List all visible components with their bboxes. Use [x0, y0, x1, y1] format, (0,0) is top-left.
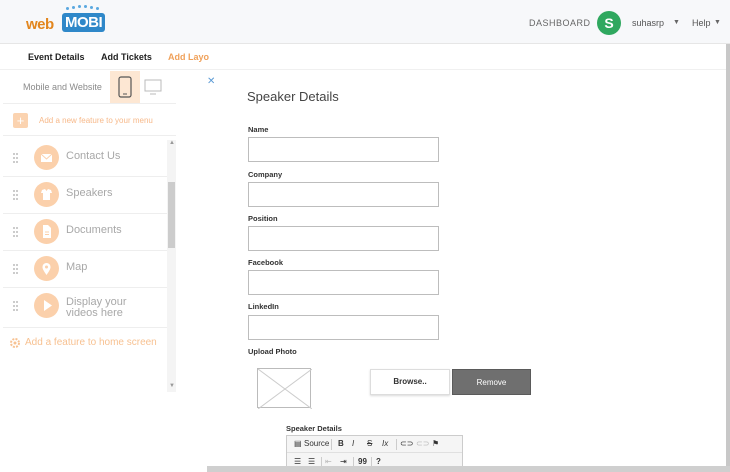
avatar[interactable]: S: [597, 11, 621, 35]
feature-sidebar: Mobile and Website + Add a new feature t…: [3, 70, 176, 472]
platform-selector: Mobile and Website: [3, 70, 176, 104]
scroll-up-icon[interactable]: ▲: [169, 140, 175, 146]
bold-button[interactable]: B: [338, 439, 344, 449]
add-home-feature-label: Add a feature to home screen: [25, 337, 157, 348]
plus-icon: +: [13, 113, 28, 128]
linkedin-field[interactable]: [248, 315, 439, 340]
horizontal-scrollbar[interactable]: [207, 466, 730, 472]
clear-format-button[interactable]: Ix: [382, 439, 388, 449]
webmobi-logo[interactable]: web MOBI: [26, 5, 106, 36]
name-label: Name: [248, 125, 269, 134]
top-header: web MOBI DASHBOARD S suhasrp ▼ Help ▼: [0, 0, 730, 44]
speaker-details-label: Speaker Details: [286, 424, 342, 433]
page-scrollbar[interactable]: [726, 44, 730, 472]
position-field[interactable]: [248, 226, 439, 251]
dashboard-link[interactable]: DASHBOARD: [529, 18, 591, 28]
photo-placeholder-icon: [257, 368, 313, 410]
feature-label: Contact Us: [66, 150, 121, 162]
source-icon[interactable]: ▤: [294, 439, 302, 449]
desktop-view-button[interactable]: [143, 76, 163, 98]
tab-add-tickets[interactable]: Add Tickets: [101, 52, 152, 62]
scrollbar-thumb[interactable]: [168, 182, 175, 248]
list-item[interactable]: Speakers: [3, 177, 167, 214]
list-item[interactable]: Documents: [3, 214, 167, 251]
feature-label: Documents: [66, 224, 122, 236]
map-pin-icon: [34, 256, 59, 281]
monitor-icon: [144, 79, 162, 95]
facebook-field[interactable]: [248, 270, 439, 295]
position-label: Position: [248, 214, 278, 223]
page-title: Speaker Details: [247, 89, 339, 104]
phone-icon: [118, 76, 132, 98]
upload-photo-label: Upload Photo: [248, 347, 297, 356]
add-menu-feature-label: Add a new feature to your menu: [39, 116, 153, 125]
remove-button[interactable]: Remove: [452, 369, 531, 395]
logo-web-text: web: [26, 16, 54, 33]
linkedin-label: LinkedIn: [248, 302, 279, 311]
list-item[interactable]: Contact Us: [3, 140, 167, 177]
scroll-down-icon[interactable]: ▼: [169, 383, 175, 389]
browse-button[interactable]: Browse..: [370, 369, 450, 395]
drag-handle-icon[interactable]: [13, 264, 19, 276]
feature-label: Map: [66, 261, 88, 273]
link-icon[interactable]: ⊂⊃: [400, 439, 413, 449]
gear-icon: [9, 336, 21, 348]
drag-handle-icon[interactable]: [13, 190, 19, 202]
close-icon[interactable]: ✕: [207, 76, 215, 87]
help-caret-icon[interactable]: ▼: [714, 19, 721, 26]
logo-mobi-text: MOBI: [62, 13, 106, 32]
source-button[interactable]: Source: [304, 439, 329, 449]
add-menu-feature-row[interactable]: + Add a new feature to your menu: [3, 104, 176, 136]
drag-handle-icon[interactable]: [13, 227, 19, 239]
editor-toolbar-row-1: ▤ Source B I S Ix ⊂⊃ ⊂⊃ ⚑: [287, 436, 462, 453]
feature-list-scrollbar[interactable]: ▲ ▼: [167, 140, 176, 392]
user-caret-icon[interactable]: ▼: [673, 19, 680, 26]
strike-button[interactable]: S: [367, 439, 372, 449]
tab-add-layout[interactable]: Add Layo: [168, 52, 209, 62]
platform-label: Mobile and Website: [23, 82, 102, 92]
flag-icon[interactable]: ⚑: [432, 439, 439, 449]
play-icon: [34, 293, 59, 318]
feature-list: Contact Us Speakers Documents Map Displa…: [3, 140, 167, 392]
mail-icon: [34, 145, 59, 170]
feature-label: Speakers: [66, 187, 113, 199]
toolbar-divider: [396, 439, 397, 450]
mobile-view-button[interactable]: [110, 71, 140, 103]
drag-handle-icon[interactable]: [13, 301, 19, 313]
company-label: Company: [248, 170, 283, 179]
tab-event-details[interactable]: Event Details: [28, 52, 85, 62]
list-item[interactable]: Display your videos here: [3, 288, 167, 328]
name-field[interactable]: [248, 137, 439, 162]
username-menu[interactable]: suhasrp: [632, 18, 664, 28]
shirt-icon: [34, 182, 59, 207]
unlink-icon[interactable]: ⊂⊃: [416, 439, 429, 449]
feature-label: Display your videos here: [66, 296, 127, 319]
toolbar-divider: [331, 439, 332, 450]
tab-bar: Event Details Add Tickets Add Layo: [0, 44, 726, 70]
facebook-label: Facebook: [248, 258, 284, 267]
italic-button[interactable]: I: [352, 439, 354, 449]
list-item[interactable]: Map: [3, 251, 167, 288]
document-icon: [34, 219, 59, 244]
company-field[interactable]: [248, 182, 439, 207]
drag-handle-icon[interactable]: [13, 153, 19, 165]
add-home-feature-row[interactable]: Add a feature to home screen: [3, 332, 176, 354]
help-menu[interactable]: Help: [692, 18, 711, 28]
